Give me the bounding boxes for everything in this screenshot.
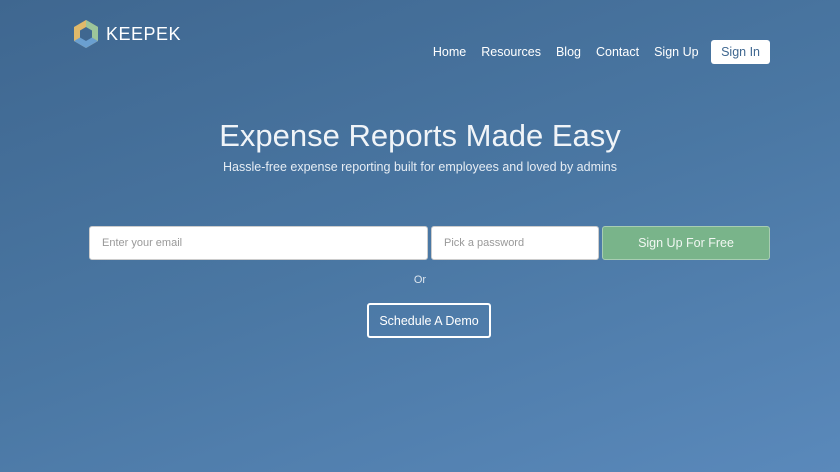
brand-name: KEEPEK	[106, 23, 182, 44]
nav-home[interactable]: Home	[425, 40, 473, 64]
nav-contact[interactable]: Contact	[589, 40, 647, 64]
hero-subtitle: Hassle-free expense reporting built for …	[223, 160, 617, 174]
hero-title: Expense Reports Made Easy	[219, 118, 621, 153]
brand-logo[interactable]: KEEPEK	[72, 19, 181, 49]
nav-sign-up[interactable]: Sign Up	[647, 40, 706, 64]
schedule-demo-button[interactable]: Schedule A Demo	[367, 303, 491, 338]
or-divider-text: Or	[413, 274, 427, 286]
nav-blog[interactable]: Blog	[548, 40, 588, 64]
signup-form: Sign Up For Free	[89, 226, 770, 260]
sign-up-free-button[interactable]: Sign Up For Free	[602, 226, 770, 260]
email-input[interactable]	[89, 226, 428, 260]
hexagon-logo-icon	[74, 20, 98, 48]
password-input[interactable]	[431, 226, 599, 260]
main-nav: Home Resources Blog Contact Sign Up Sign…	[425, 40, 770, 64]
nav-resources[interactable]: Resources	[474, 40, 549, 64]
sign-in-button[interactable]: Sign In	[711, 40, 770, 64]
